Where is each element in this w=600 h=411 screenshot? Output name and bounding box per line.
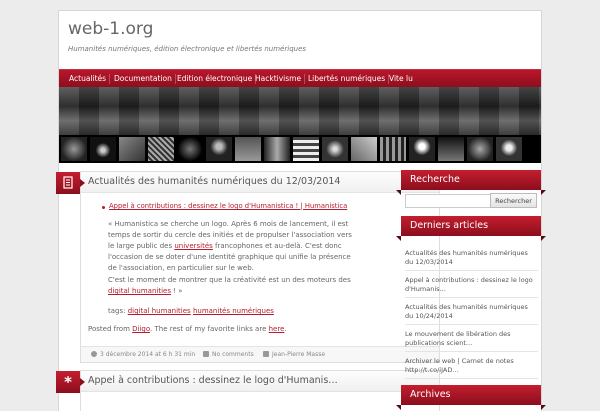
- nav-item-edition-electronique[interactable]: Edition électronique: [177, 70, 257, 88]
- banner-thumb: [235, 137, 261, 161]
- banner-thumb: [380, 137, 406, 161]
- main-nav: Actualités Documentation Edition électro…: [59, 69, 541, 88]
- site-title[interactable]: web-1.org: [68, 19, 153, 39]
- banner-photo-strip: [59, 87, 541, 135]
- banner-thumb: [496, 137, 522, 161]
- quote-paragraph-1: « Humanistica se cherche un logo. Après …: [108, 220, 352, 272]
- nav-item-libertes-numeriques[interactable]: Libertés numériques: [308, 70, 390, 88]
- banner-thumb: [467, 137, 493, 161]
- post-title[interactable]: Appel à contributions : dessinez le logo…: [88, 375, 338, 386]
- banner-thumb: [438, 137, 464, 161]
- search-button[interactable]: Rechercher: [490, 193, 537, 208]
- banner-thumbnail-row: [59, 135, 541, 163]
- banner-thumb: [293, 137, 319, 161]
- posted-from-line: Posted from Diigo. The rest of my favori…: [88, 325, 287, 333]
- nav-item-hacktivisme[interactable]: Hacktivisme: [255, 70, 306, 88]
- banner-thumb: [90, 137, 116, 161]
- widget-title-search: Recherche: [396, 170, 546, 195]
- post-date[interactable]: 3 décembre 2014 at 6 h 31 min: [100, 351, 195, 358]
- header-banner: [59, 87, 541, 163]
- banner-thumb: [119, 137, 145, 161]
- nav-item-actualites[interactable]: Actualités: [69, 70, 111, 88]
- widget-title-archives: Archives: [396, 385, 546, 410]
- banner-thumb: [148, 137, 174, 161]
- post-meta: 3 décembre 2014 at 6 h 31 min No comment…: [81, 346, 439, 362]
- link-universites[interactable]: universités: [174, 242, 212, 250]
- banner-thumb: [322, 137, 348, 161]
- nav-item-vite-lu[interactable]: Vite lu: [389, 70, 413, 88]
- banner-thumb: [206, 137, 232, 161]
- post-header: * Appel à contributions : dessinez le lo…: [56, 371, 439, 393]
- user-icon: [263, 351, 269, 357]
- banner-thumb: [61, 137, 87, 161]
- list-item[interactable]: Actualités des humanités numériques du 1…: [405, 302, 538, 325]
- tags-line: tags: digital humanities humanités numér…: [108, 307, 274, 315]
- document-icon: [56, 172, 85, 194]
- banner-thumb: [351, 137, 377, 161]
- banner-thumb: [177, 137, 203, 161]
- recent-posts-list: Actualités des humanités numériques du 1…: [405, 248, 538, 383]
- asterisk-icon: *: [56, 371, 85, 393]
- site-description: Humanités numériques, édition électroniq…: [68, 45, 307, 53]
- tag-digital-humanities[interactable]: digital humanities: [128, 307, 191, 315]
- post-title[interactable]: Actualités des humanités numériques du 1…: [88, 176, 340, 187]
- comment-icon: [203, 351, 209, 357]
- post-article: Actualités des humanités numériques du 1…: [56, 171, 440, 363]
- banner-thumb: [409, 137, 435, 161]
- list-item[interactable]: Le mouvement de libération des publicati…: [405, 329, 538, 352]
- quote-paragraph-2: C'est le moment de montrer que la créati…: [108, 276, 351, 295]
- nav-item-documentation[interactable]: Documentation: [114, 70, 176, 88]
- link-digital-humanities[interactable]: digital humanities: [108, 287, 171, 295]
- post-header: Actualités des humanités numériques du 1…: [56, 172, 439, 194]
- list-item[interactable]: Appel à contributions : dessinez le logo…: [405, 275, 538, 298]
- bullet-link[interactable]: Appel à contributions : dessinez le logo…: [109, 201, 347, 212]
- list-item[interactable]: Actualités des humanités numériques du 1…: [405, 248, 538, 271]
- link-diigo[interactable]: Diigo: [132, 325, 150, 333]
- post-article: * Appel à contributions : dessinez le lo…: [56, 370, 440, 411]
- widget-title-recent: Derniers articles: [396, 216, 546, 241]
- list-item[interactable]: Archiver le web | Carnet de notes http:/…: [405, 356, 538, 379]
- post-comments[interactable]: No comments: [212, 351, 254, 358]
- clock-icon: [91, 351, 97, 357]
- post-author[interactable]: Jean-Pierre Masse: [272, 351, 325, 358]
- link-here[interactable]: here: [269, 325, 285, 333]
- bullet-icon: [102, 203, 108, 209]
- banner-thumb: [264, 137, 290, 161]
- tag-humanites-numeriques[interactable]: humanités numériques: [193, 307, 274, 315]
